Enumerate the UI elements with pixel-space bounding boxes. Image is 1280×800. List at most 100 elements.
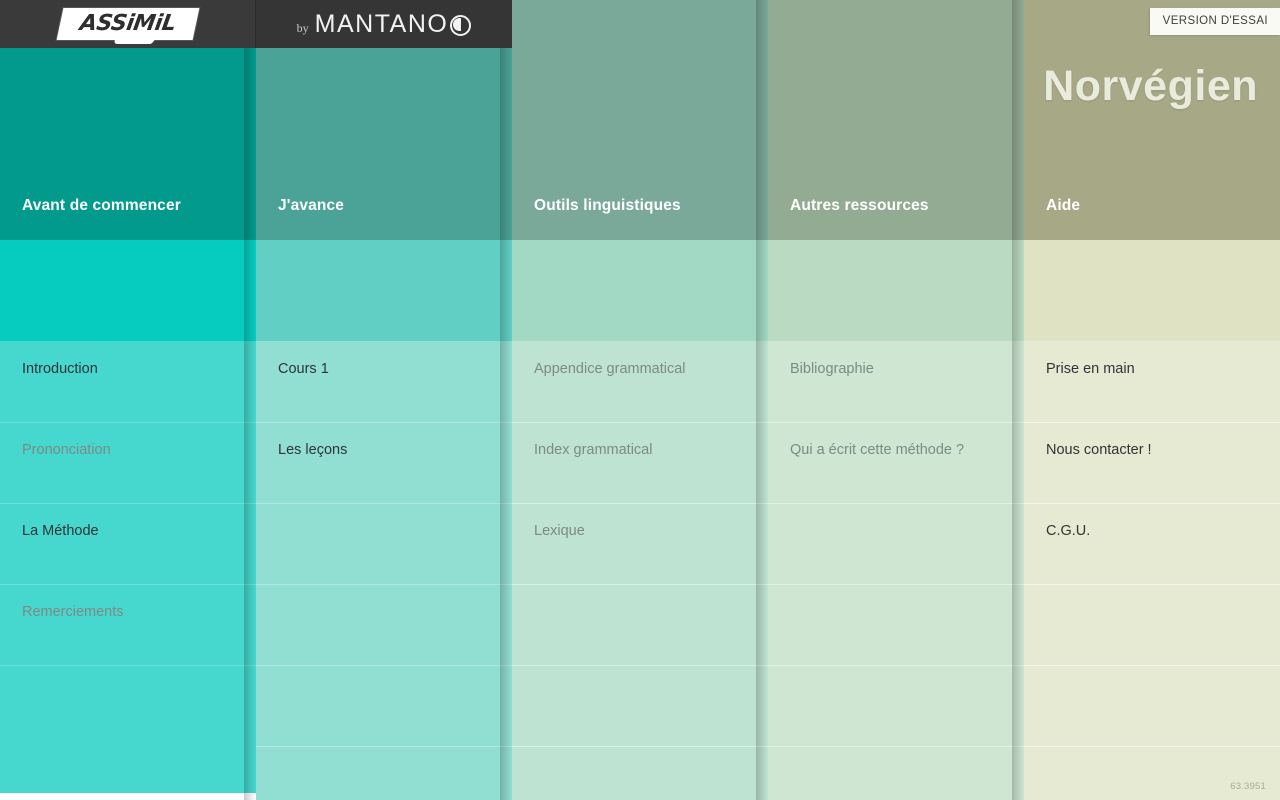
list-divider [768,503,1024,504]
list-item-label: C.G.U. [1046,523,1091,539]
column-4: Autres ressources Bibliographie Qui a écri… [768,0,1024,800]
list-divider [256,746,512,747]
column-3: Outils linguistiques Appendice grammatica… [512,0,768,800]
list-divider [512,584,768,585]
registered-mark-icon: ® [190,10,196,16]
category-columns: Avant de commencer Introduction Prononciat… [0,0,1280,800]
column-list: Bibliographie Qui a écrit cette méthode ? [768,341,1024,800]
list-divider [512,503,768,504]
list-item-label: Prise en main [1046,361,1135,377]
mantano-by-label: by [296,20,309,35]
list-item-empty [768,584,1024,665]
list-divider [512,665,768,666]
mantano-name: MANTANO [315,10,472,39]
list-divider [1024,584,1280,585]
assimil-logo-cell[interactable]: ASSiMiL ® [0,0,256,48]
list-divider [1024,746,1280,747]
list-item[interactable]: Les leçons [256,422,512,503]
list-item-empty [0,665,256,746]
list-divider [0,422,256,423]
list-item[interactable]: Cours 1 [256,341,512,422]
mantano-logo-cell[interactable]: by MANTANO [256,0,512,48]
mantano-name-text: MANTANO [314,9,449,38]
list-item-empty [768,665,1024,746]
assimil-logo-tail [111,35,159,44]
list-divider [1024,422,1280,423]
list-item[interactable]: La Méthode [0,503,256,584]
list-item: Index grammatical [512,422,768,503]
list-item-empty [512,665,768,746]
list-item-label: Appendice grammatical [534,361,686,377]
list-divider [768,584,1024,585]
list-item-label: Introduction [22,361,98,377]
list-divider [768,665,1024,666]
list-item-label: Cours 1 [278,361,329,377]
list-item-label: Lexique [534,523,585,539]
list-divider [0,503,256,504]
list-item-empty [1024,584,1280,665]
list-divider [256,503,512,504]
column-header-4[interactable]: Autres ressources [790,197,929,215]
list-item-empty [768,746,1024,800]
list-divider [256,665,512,666]
assimil-logo-text: ASSiMiL [78,11,178,36]
column-header-2[interactable]: J'avance [278,197,344,215]
column-accent-band [256,240,512,341]
list-item-empty [1024,665,1280,746]
column-header-5[interactable]: Aide [1046,197,1080,215]
column-accent-band [768,240,1024,341]
list-divider [0,665,256,666]
column-accent-band [1024,240,1280,341]
list-item[interactable]: Introduction [0,341,256,422]
list-divider [256,584,512,585]
list-divider [768,746,1024,747]
list-divider [512,746,768,747]
list-item-empty [512,584,768,665]
version-label: 63.3951 [1230,781,1266,792]
list-item-empty [256,746,512,800]
list-item-empty [256,503,512,584]
column-accent-band [0,240,256,341]
assimil-logo: ASSiMiL ® [53,1,203,47]
list-item-label: Qui a écrit cette méthode ? [790,442,965,458]
list-item-empty [768,503,1024,584]
mantano-ring-icon [450,14,472,36]
column-list: Cours 1 Les leçons [256,341,512,800]
list-item-label: Bibliographie [790,361,874,377]
list-item[interactable]: C.G.U. [1024,503,1280,584]
app-header-bar: ASSiMiL ® by MANTANO [0,0,512,48]
list-item-label: La Méthode [22,523,99,539]
list-item-label: Remerciements [22,604,124,620]
list-item: Prononciation [0,422,256,503]
list-item-empty [256,665,512,746]
column-list: Introduction Prononciation La Méthode Remer… [0,341,256,793]
list-item-label: Index grammatical [534,442,653,458]
column-header-1[interactable]: Avant de commencer [22,197,181,215]
list-item[interactable]: Prise en main [1024,341,1280,422]
list-item: Lexique [512,503,768,584]
list-item: Qui a écrit cette méthode ? [768,422,1024,503]
list-item-label: Les leçons [278,442,348,458]
column-list: Appendice grammatical Index grammatical Le… [512,341,768,800]
mantano-logo: by MANTANO [297,10,472,39]
column-1: Avant de commencer Introduction Prononciat… [0,0,256,800]
list-item: Appendice grammatical [512,341,768,422]
trial-version-badge[interactable]: VERSION D'ESSAI [1149,8,1280,35]
list-item: Remerciements [0,584,256,665]
column-2: J'avance Cours 1 Les leçons [256,0,512,800]
list-divider [256,422,512,423]
list-divider [768,422,1024,423]
list-item-label: Nous contacter ! [1046,442,1152,458]
list-divider [512,422,768,423]
list-divider [0,584,256,585]
list-item-empty [256,584,512,665]
column-list: Prise en main Nous contacter ! C.G.U. [1024,341,1280,800]
list-item[interactable]: Nous contacter ! [1024,422,1280,503]
app-root: Avant de commencer Introduction Prononciat… [0,0,1280,800]
list-item: Bibliographie [768,341,1024,422]
list-divider [1024,503,1280,504]
list-divider [1024,665,1280,666]
column-5: Aide Prise en main Nous contacter ! C.G.U. [1024,0,1280,800]
list-item-empty [512,746,768,800]
column-header-3[interactable]: Outils linguistiques [534,197,681,215]
